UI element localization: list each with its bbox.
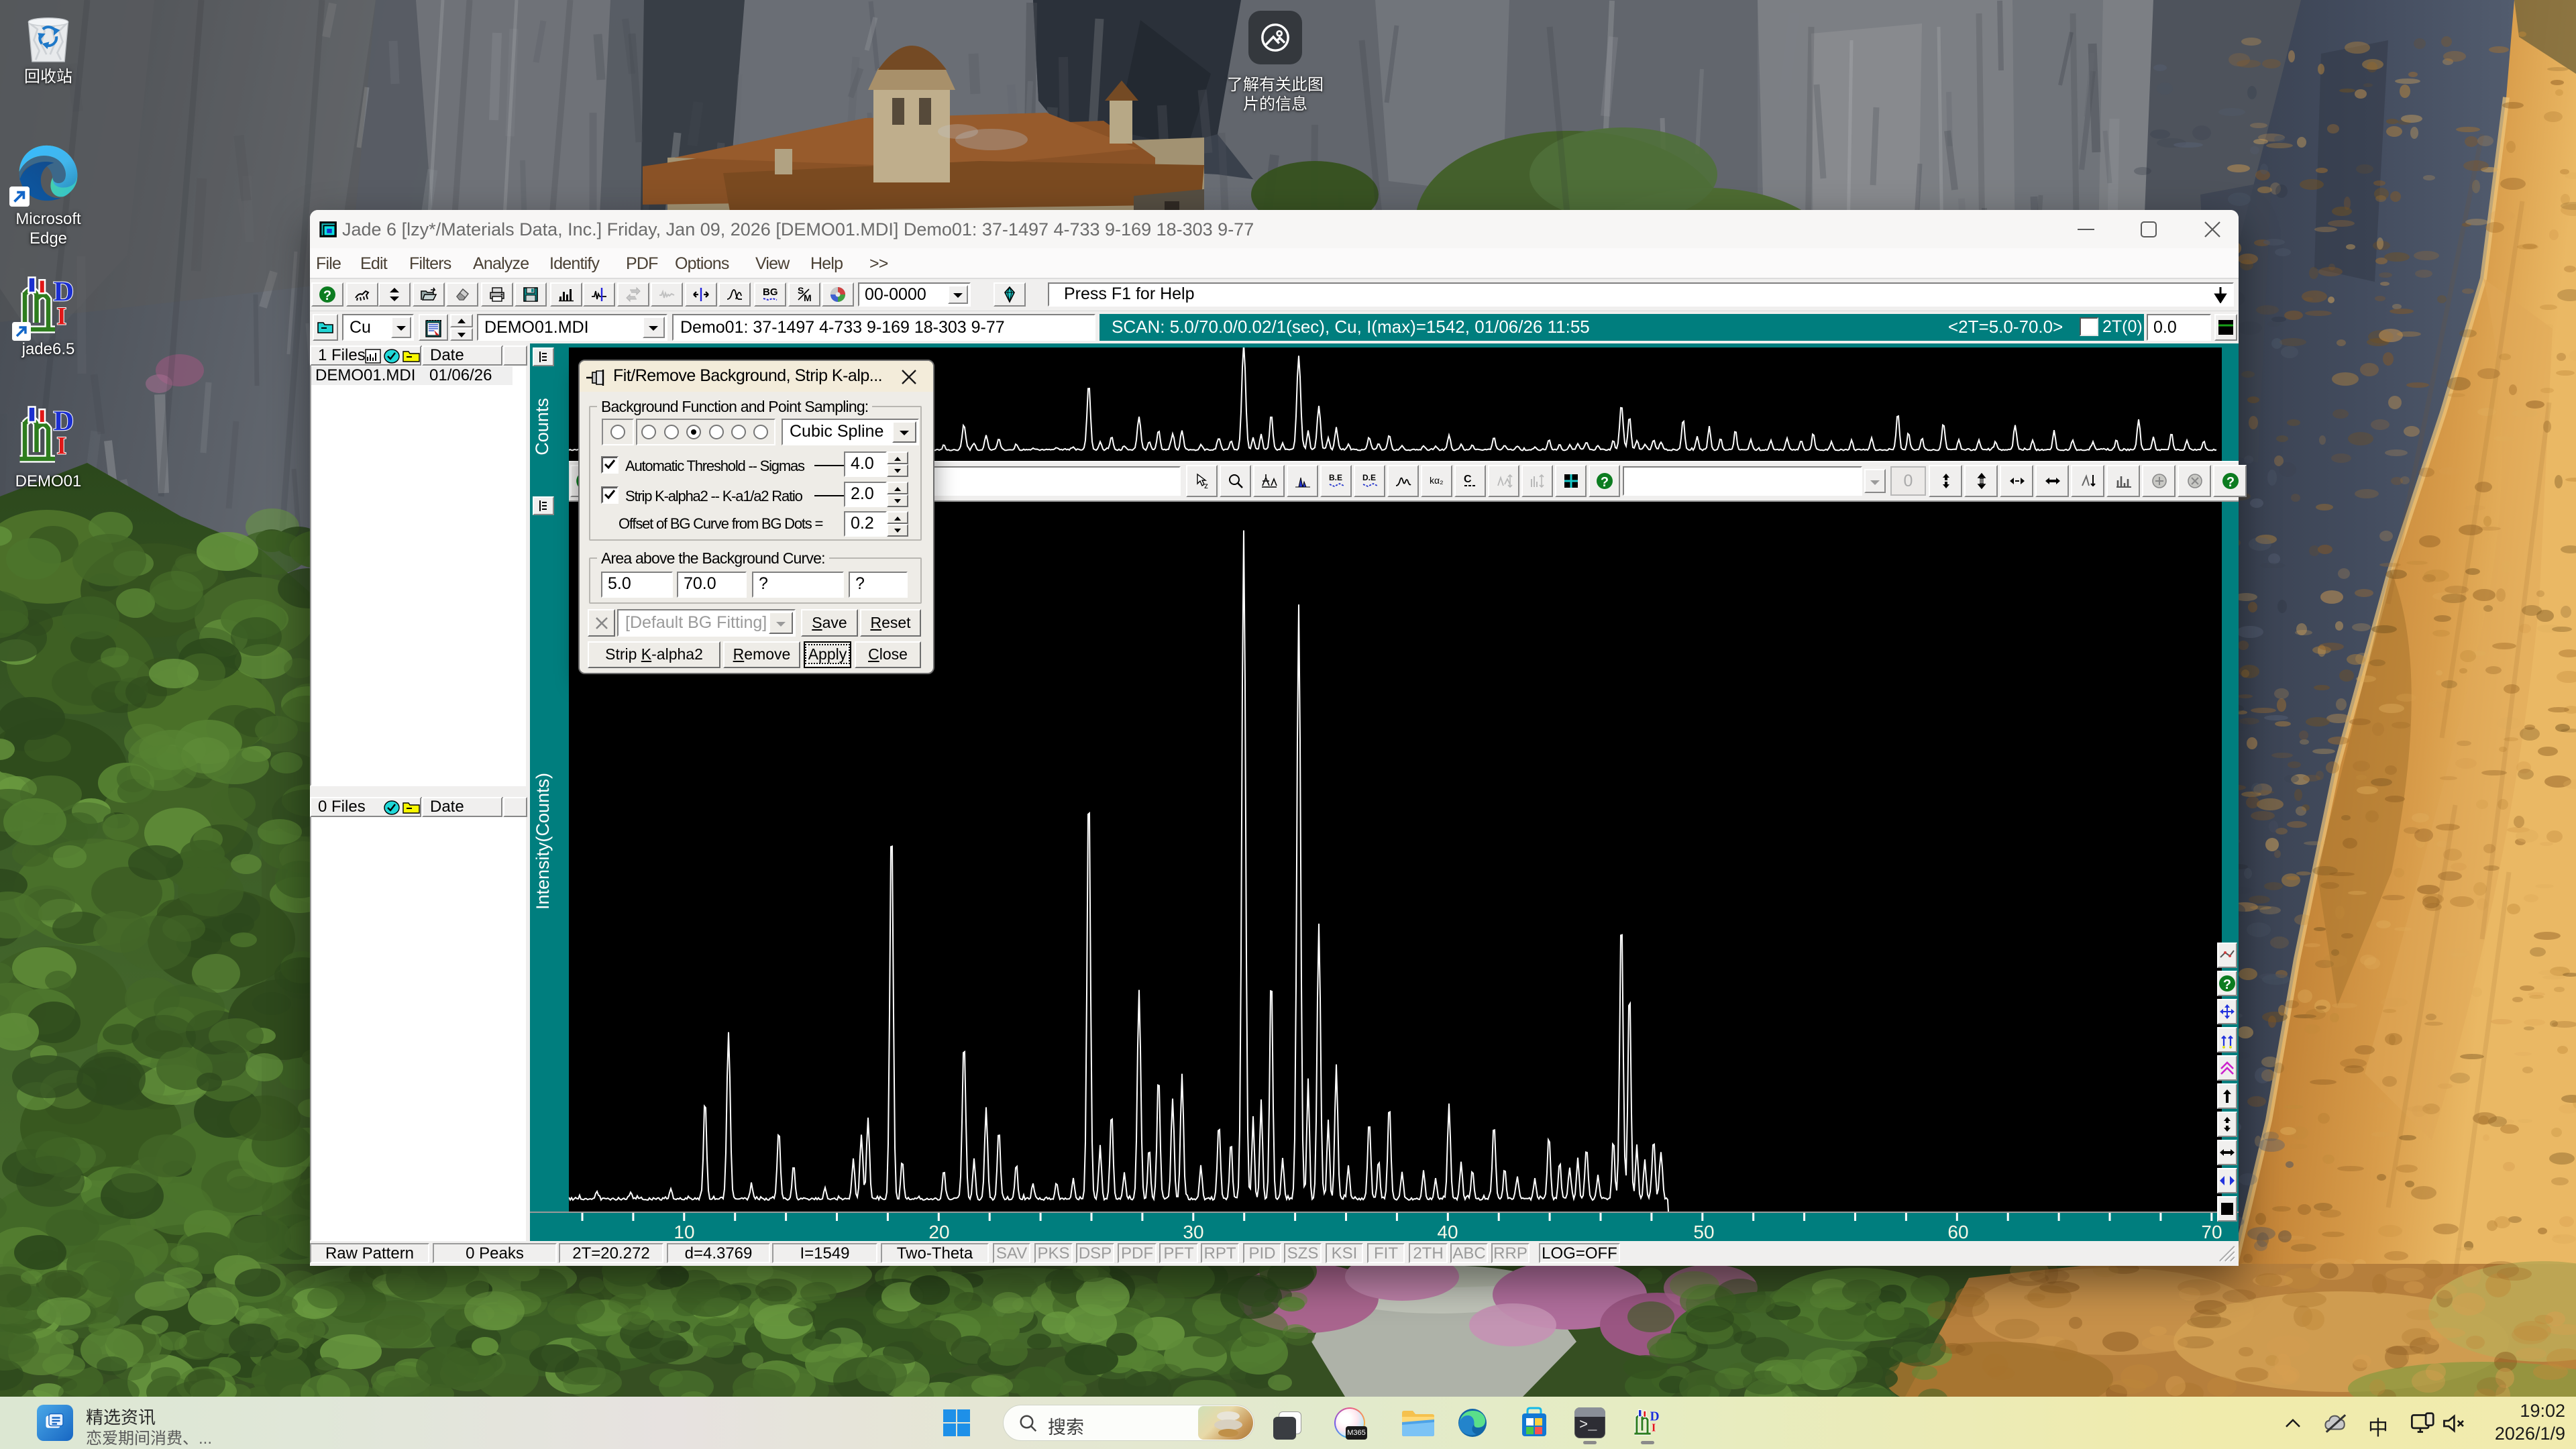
svg-text:20: 20 [928, 1222, 949, 1241]
svg-text:I: I [1652, 1421, 1656, 1434]
svg-text:B.E: B.E [1329, 473, 1342, 482]
svg-text:C: C [1464, 474, 1472, 485]
svg-text:?: ? [2223, 977, 2231, 992]
svg-text:?: ? [1601, 475, 1609, 490]
svg-text:?: ? [323, 288, 331, 303]
svg-text:10: 10 [674, 1222, 694, 1241]
svg-text:40: 40 [1437, 1222, 1458, 1241]
svg-text:z: z [1204, 481, 1208, 490]
svg-text:I: I [57, 433, 67, 460]
svg-text:60: 60 [1947, 1222, 1968, 1241]
svg-text:70: 70 [2201, 1222, 2222, 1241]
svg-text:30: 30 [1183, 1222, 1203, 1241]
svg-text:S: S [798, 286, 804, 296]
svg-text:D.E: D.E [1362, 473, 1376, 482]
svg-text:50: 50 [1693, 1222, 1714, 1241]
svg-text:BG: BG [763, 286, 778, 298]
svg-text:kα₂: kα₂ [1430, 475, 1444, 486]
svg-text:M: M [804, 292, 812, 303]
svg-text:?: ? [2226, 475, 2235, 490]
svg-text:I: I [57, 303, 67, 331]
